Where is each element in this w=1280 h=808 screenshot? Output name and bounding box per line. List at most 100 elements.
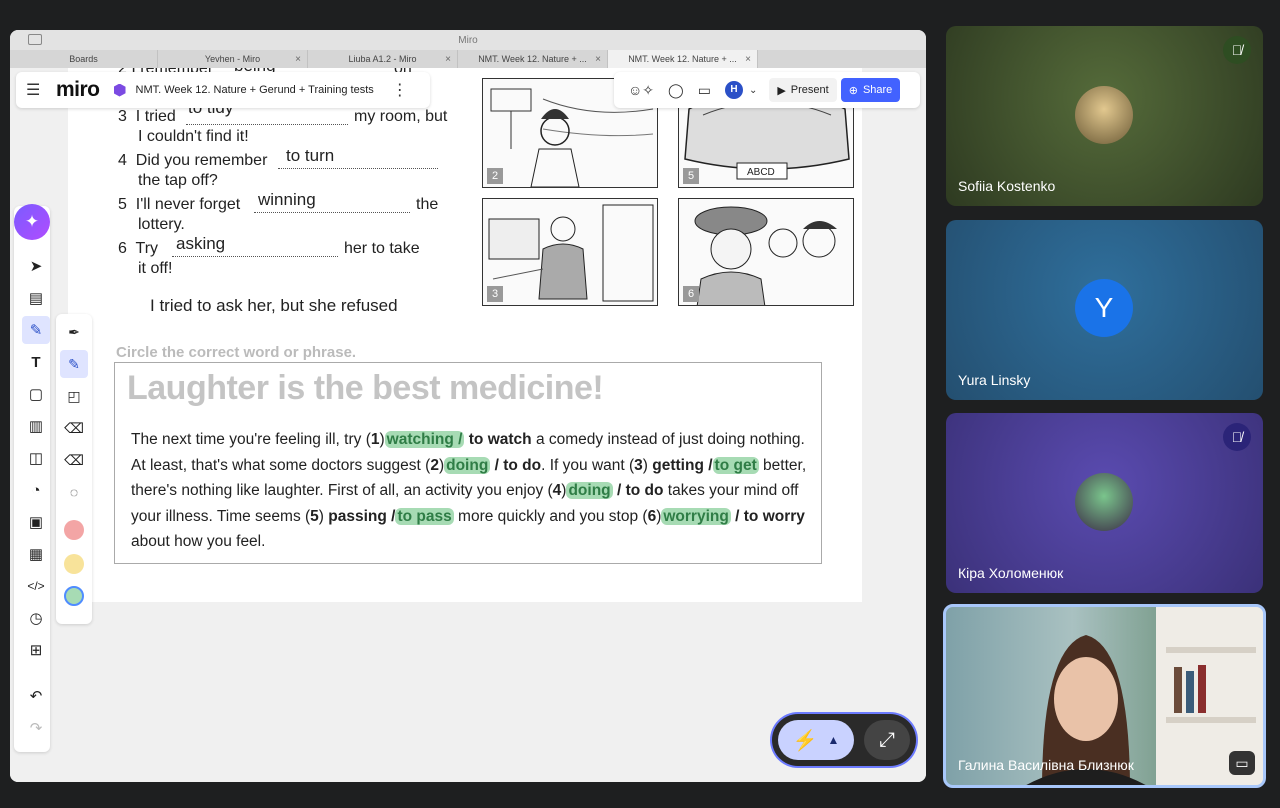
highlight: worrying	[661, 507, 731, 525]
pen-tray: ✒ ✎ ◰ ⌫ ⌫ ◌	[56, 314, 92, 624]
close-tab-icon[interactable]: ×	[445, 54, 451, 65]
left-toolbar: ➤ ▤ ✎ T ▢ ▥ ◫ ◔ ▣ ▦ </> ◷ ⊞ ↶ ↷	[14, 206, 50, 752]
caret-up-icon: ▲	[827, 733, 840, 747]
participant-name: Кіра Холоменюк	[958, 565, 1064, 581]
smart-drawing-icon[interactable]: ◰	[60, 382, 88, 410]
frame-tool-icon[interactable]: ▥	[22, 412, 50, 440]
board-icon	[113, 83, 126, 97]
participant-name: Yura Linsky	[958, 372, 1031, 388]
select-tool-icon[interactable]: ➤	[22, 252, 50, 280]
object-eraser-icon[interactable]: ⌫	[60, 446, 88, 474]
highlight: to pass	[395, 507, 454, 525]
participant-name: Sofiia Kostenko	[958, 178, 1056, 194]
browser-tabs: Boards Yevhen - Miro × Liuba A1.2 - Miro ×…	[10, 50, 926, 68]
participant-tile[interactable]: 🎙̸ Кіра Холоменюк	[946, 413, 1263, 593]
shapes-icon[interactable]: ◫	[22, 444, 50, 472]
answer-text: winning	[258, 190, 316, 209]
comic-panel: 6	[678, 198, 854, 306]
text-tool-icon[interactable]: T	[22, 348, 50, 376]
tab-boards[interactable]: Boards	[10, 50, 158, 68]
present-button[interactable]: ▶ Present	[769, 78, 837, 102]
mic-off-icon: 🎙̸	[1223, 36, 1251, 64]
expand-icon: ⤢	[879, 728, 895, 751]
close-tab-icon[interactable]: ×	[595, 54, 601, 65]
miro-canvas[interactable]: 2 I remember being on 3 I tried to tidy …	[10, 68, 926, 782]
templates-icon[interactable]: ▤	[22, 284, 50, 312]
close-tab-icon[interactable]: ×	[295, 54, 301, 65]
comic-drawing	[488, 204, 654, 302]
close-tab-icon[interactable]: ×	[745, 54, 751, 65]
redo-icon[interactable]: ↷	[22, 714, 50, 742]
worksheet-line: I couldn't find it!	[138, 128, 249, 145]
share-button[interactable]: ⊕ Share	[840, 78, 901, 102]
miro-board-bar: ☰ miro NMT. Week 12. Nature + Gerund + T…	[16, 72, 430, 108]
sticky-note-icon[interactable]: ▢	[22, 380, 50, 408]
board-name[interactable]: NMT. Week 12. Nature + Gerund + Training…	[136, 84, 374, 96]
annotate-button[interactable]: ⚡ ▲	[778, 720, 854, 760]
participant-tile[interactable]: 🎙̸ Sofiia Kostenko	[946, 26, 1263, 206]
pen-tool-icon[interactable]: ✎	[22, 316, 50, 344]
window-title: Miro	[458, 34, 478, 46]
menu-icon[interactable]: ☰	[26, 80, 42, 100]
undo-icon[interactable]: ↶	[22, 682, 50, 710]
fullscreen-button[interactable]: ⤢	[864, 720, 910, 760]
worksheet-line: the	[416, 196, 439, 213]
tab-nmt-2[interactable]: NMT. Week 12. Nature + ... ×	[608, 50, 758, 68]
ai-assistant-icon[interactable]: ✦	[14, 204, 50, 240]
panel-number: 6	[683, 286, 699, 302]
reactions-icon[interactable]: ☺✧	[628, 82, 654, 99]
sticker-icon[interactable]: ◔	[22, 476, 50, 504]
comic-panel: 3	[482, 198, 658, 306]
highlighter-icon[interactable]: ✎	[60, 350, 88, 378]
user-avatar[interactable]: H	[724, 81, 743, 99]
globe-icon: ⊕	[848, 84, 858, 97]
upload-icon[interactable]: ▣	[22, 508, 50, 536]
sidebar-toggle-icon[interactable]	[28, 34, 42, 45]
handwritten-note: I tried to ask her, but she refused	[150, 296, 398, 315]
highlight: doing	[566, 482, 613, 500]
lasso-icon[interactable]: ◌	[60, 478, 88, 506]
more-tools-icon[interactable]: ⊞	[22, 636, 50, 664]
pip-icon[interactable]: ▭	[1229, 751, 1255, 775]
item-6: 6 Try	[118, 240, 159, 257]
participant-tile[interactable]: Y Yura Linsky	[946, 220, 1263, 400]
exercise-paragraph: The next time you're feeling ill, try (1…	[131, 431, 807, 551]
timer-icon[interactable]: ◷	[22, 604, 50, 632]
annotate-icon: ⚡	[792, 729, 818, 752]
worksheet-line: it off!	[138, 260, 173, 277]
tab-nmt-1[interactable]: NMT. Week 12. Nature + ... ×	[458, 50, 608, 68]
exercise-title: Laughter is the best medicine!	[127, 369, 604, 407]
color-swatch-red[interactable]	[64, 520, 84, 540]
screen: { "window": { "title": "Miro", "tabs": […	[0, 0, 1280, 808]
item-3: 3 I tried	[118, 108, 176, 125]
table-icon[interactable]: ▦	[22, 540, 50, 568]
license-plate-text: ABCD	[747, 167, 775, 178]
panel-number: 3	[487, 286, 503, 302]
panel-number: 5	[683, 168, 699, 184]
chevron-down-icon[interactable]: ⌄	[749, 85, 757, 96]
tab-liuba[interactable]: Liuba A1.2 - Miro ×	[308, 50, 458, 68]
tab-yevhen[interactable]: Yevhen - Miro ×	[158, 50, 308, 68]
worksheet-line: my room, but	[354, 108, 448, 125]
worksheet-image: 2 I remember being on 3 I tried to tidy …	[68, 68, 862, 602]
participant-avatar: Y	[1075, 279, 1133, 337]
shared-screen-window: Miro Boards Yevhen - Miro × Liuba A1.2 - …	[10, 30, 926, 782]
code-icon[interactable]: </>	[22, 572, 50, 600]
comments-icon[interactable]: ◯	[668, 82, 684, 99]
pen-icon[interactable]: ✒	[60, 318, 88, 346]
color-swatch-yellow[interactable]	[64, 554, 84, 574]
item-4: 4 Did you remember	[118, 152, 268, 169]
participant-avatar	[1075, 473, 1133, 531]
comic-drawing	[694, 206, 837, 305]
worksheet-line: lottery.	[138, 216, 185, 233]
video-icon[interactable]: ▭	[698, 82, 711, 99]
mic-off-icon: 🎙̸	[1223, 423, 1251, 451]
eraser-icon[interactable]: ⌫	[60, 414, 88, 442]
more-options-icon[interactable]: ⋮	[392, 80, 408, 100]
participant-tile-active[interactable]: Галина Василівна Близнюк ▭	[943, 604, 1266, 788]
participant-avatar	[1075, 86, 1133, 144]
color-swatch-green[interactable]	[64, 586, 84, 606]
presenter-controls: ⚡ ▲ ⤢	[772, 714, 916, 766]
participant-name: Галина Василівна Близнюк	[958, 757, 1134, 773]
worksheet-line: the tap off?	[138, 172, 218, 189]
